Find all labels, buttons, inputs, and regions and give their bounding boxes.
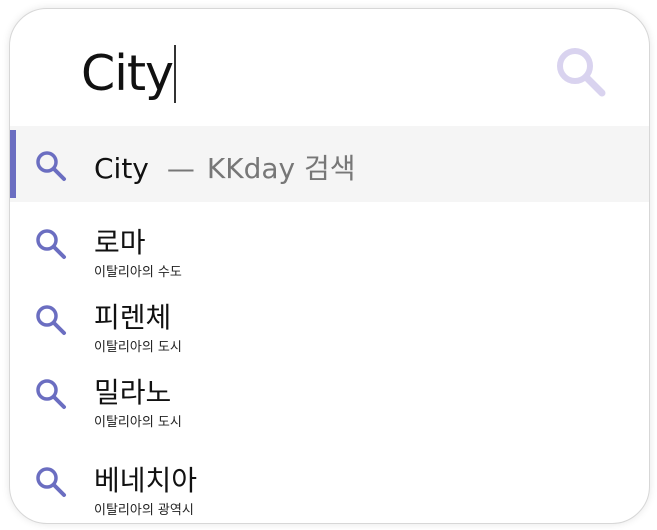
search-icon bbox=[36, 151, 66, 181]
search-icon bbox=[36, 305, 66, 335]
suggestion-subtitle: 이탈리아의 수도 bbox=[94, 265, 182, 280]
suggestion-item[interactable]: 밀라노 이탈리아의 도시 bbox=[10, 361, 649, 431]
search-suggestion-panel: City City — KKday 검색 로마 이탈리아의 수도 피렌체 이탈리… bbox=[9, 8, 650, 524]
suggestion-title: 피렌체 bbox=[94, 301, 172, 334]
search-icon bbox=[36, 467, 66, 497]
suggestion-item[interactable]: 피렌체 이탈리아의 도시 bbox=[10, 287, 649, 357]
suggestion-title: 밀라노 bbox=[94, 376, 172, 409]
suggestion-subtitle: 이탈리아의 도시 bbox=[94, 415, 182, 430]
text-caret bbox=[174, 45, 177, 103]
suggestion-search-kkday[interactable]: City — KKday 검색 bbox=[10, 126, 649, 202]
suggestion-label: City — KKday 검색 bbox=[94, 147, 356, 187]
suggestion-subtitle: 이탈리아의 광역시 bbox=[94, 503, 194, 518]
suggestion-title: 로마 bbox=[94, 226, 146, 259]
search-button[interactable] bbox=[554, 45, 610, 101]
suggestion-subtitle: 이탈리아의 도시 bbox=[94, 340, 182, 355]
suggestion-term: City bbox=[94, 152, 149, 185]
suggestion-item[interactable]: 베네치아 이탈리아의 광역시 bbox=[10, 447, 649, 519]
search-box[interactable]: City bbox=[10, 9, 649, 125]
suggestion-title: 베네치아 bbox=[94, 464, 198, 497]
separator-dash: — bbox=[166, 152, 195, 185]
search-icon bbox=[36, 379, 66, 409]
search-query-text: City bbox=[81, 45, 174, 102]
kkday-search-label: KKday 검색 bbox=[206, 152, 356, 185]
search-icon bbox=[557, 48, 606, 97]
search-icon bbox=[36, 229, 66, 259]
search-input[interactable]: City bbox=[81, 42, 177, 106]
suggestion-item[interactable]: 로마 이탈리아의 수도 bbox=[10, 213, 649, 283]
